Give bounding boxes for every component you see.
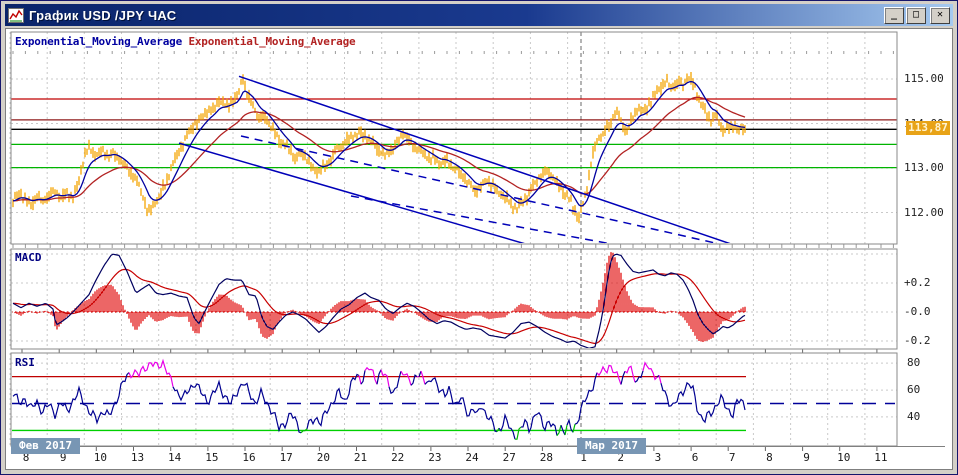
- price-chart-plot: [1, 1, 958, 475]
- axis-ticks: [13, 51, 893, 451]
- panel-borders: [11, 32, 945, 447]
- macd-plot: [11, 252, 746, 348]
- rsi-plot: [11, 361, 895, 440]
- chart-window: График USD /JPY ЧАС _ □ ✕ Exponential_Mo…: [0, 0, 958, 475]
- support-resistance-levels: [11, 99, 897, 168]
- grid-lines: [10, 32, 897, 446]
